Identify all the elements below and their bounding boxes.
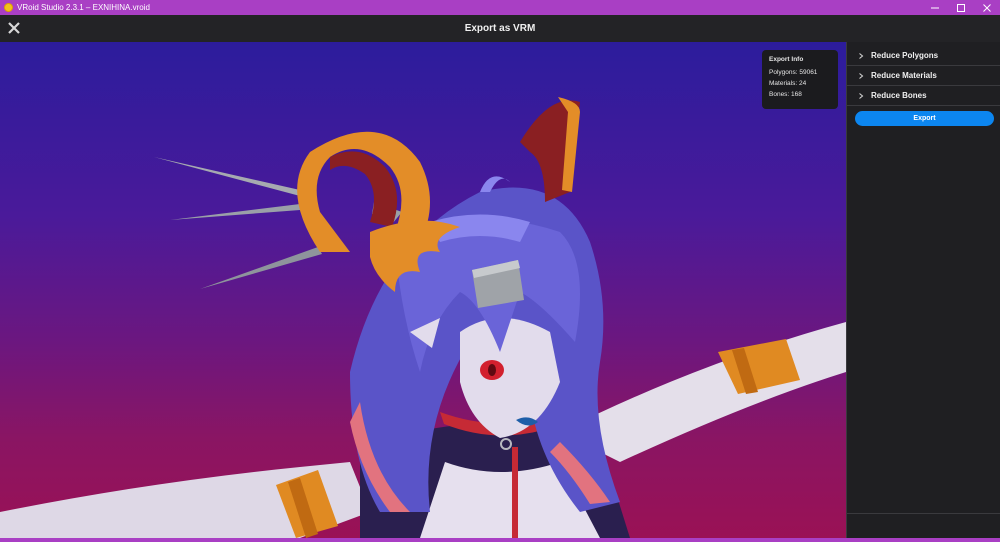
window-titlebar: VRoid Studio 2.3.1 – EXNIHINA.vroid [0, 0, 1000, 15]
window-controls [922, 0, 1000, 15]
app-logo-icon [4, 3, 13, 12]
character-render [0, 97, 846, 538]
reduce-materials-section[interactable]: Reduce Materials [847, 66, 1000, 86]
export-options-panel: Reduce Polygons Reduce Materials Reduce … [846, 42, 1000, 538]
polygons-count: Polygons: 59061 [769, 69, 818, 76]
dialog-header: Export as VRM [0, 15, 1000, 42]
chevron-right-icon [859, 92, 864, 99]
reduce-polygons-label: Reduce Polygons [871, 51, 939, 60]
reduce-bones-label: Reduce Bones [871, 91, 927, 100]
export-button[interactable]: Export [855, 111, 994, 126]
export-info-title: Export Info [769, 56, 804, 63]
dialog-title: Export as VRM [464, 23, 536, 34]
panel-divider [847, 513, 1000, 514]
window-bottom-border [0, 538, 1000, 542]
window-title: VRoid Studio 2.3.1 – EXNIHINA.vroid [17, 3, 150, 12]
reduce-materials-label: Reduce Materials [871, 71, 937, 80]
reduce-bones-section[interactable]: Reduce Bones [847, 86, 1000, 106]
chevron-right-icon [859, 52, 864, 59]
materials-count: Materials: 24 [769, 80, 807, 87]
close-dialog-icon[interactable] [7, 21, 21, 35]
export-info-panel: Export Info Polygons: 59061 Materials: 2… [762, 50, 838, 109]
maximize-icon[interactable] [948, 0, 974, 15]
bones-count: Bones: 168 [769, 91, 802, 98]
close-icon[interactable] [974, 0, 1000, 15]
minimize-icon[interactable] [922, 0, 948, 15]
reduce-polygons-section[interactable]: Reduce Polygons [847, 46, 1000, 66]
chevron-right-icon [859, 72, 864, 79]
model-viewport[interactable]: Export Info Polygons: 59061 Materials: 2… [0, 42, 846, 538]
